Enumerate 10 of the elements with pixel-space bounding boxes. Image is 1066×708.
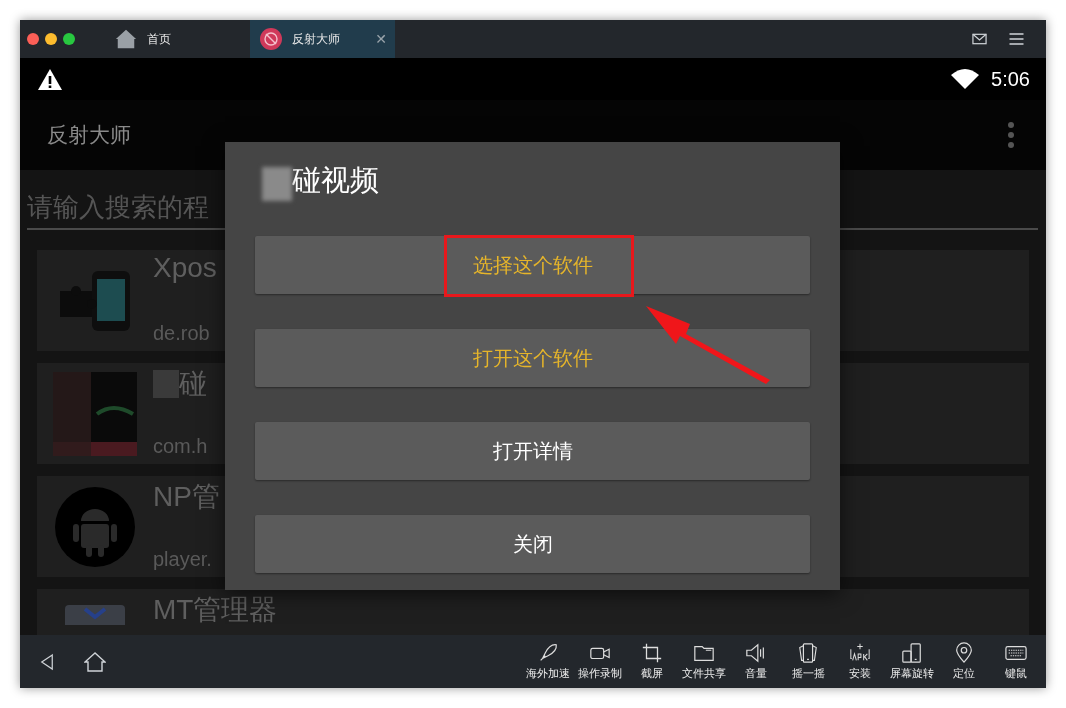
- dialog-title: 碰视频: [292, 162, 379, 199]
- app-name: MT管理器: [153, 593, 278, 627]
- package-name: de.rob: [153, 322, 211, 345]
- clock: 5:06: [991, 67, 1030, 91]
- app-name: NP管: [153, 480, 220, 514]
- app-name: 碰: [179, 367, 207, 401]
- package-name: com.h: [153, 435, 208, 458]
- package-name: player.: [153, 548, 213, 571]
- app-title: 反射大师: [47, 122, 131, 149]
- app-name: Xpos: [153, 252, 217, 284]
